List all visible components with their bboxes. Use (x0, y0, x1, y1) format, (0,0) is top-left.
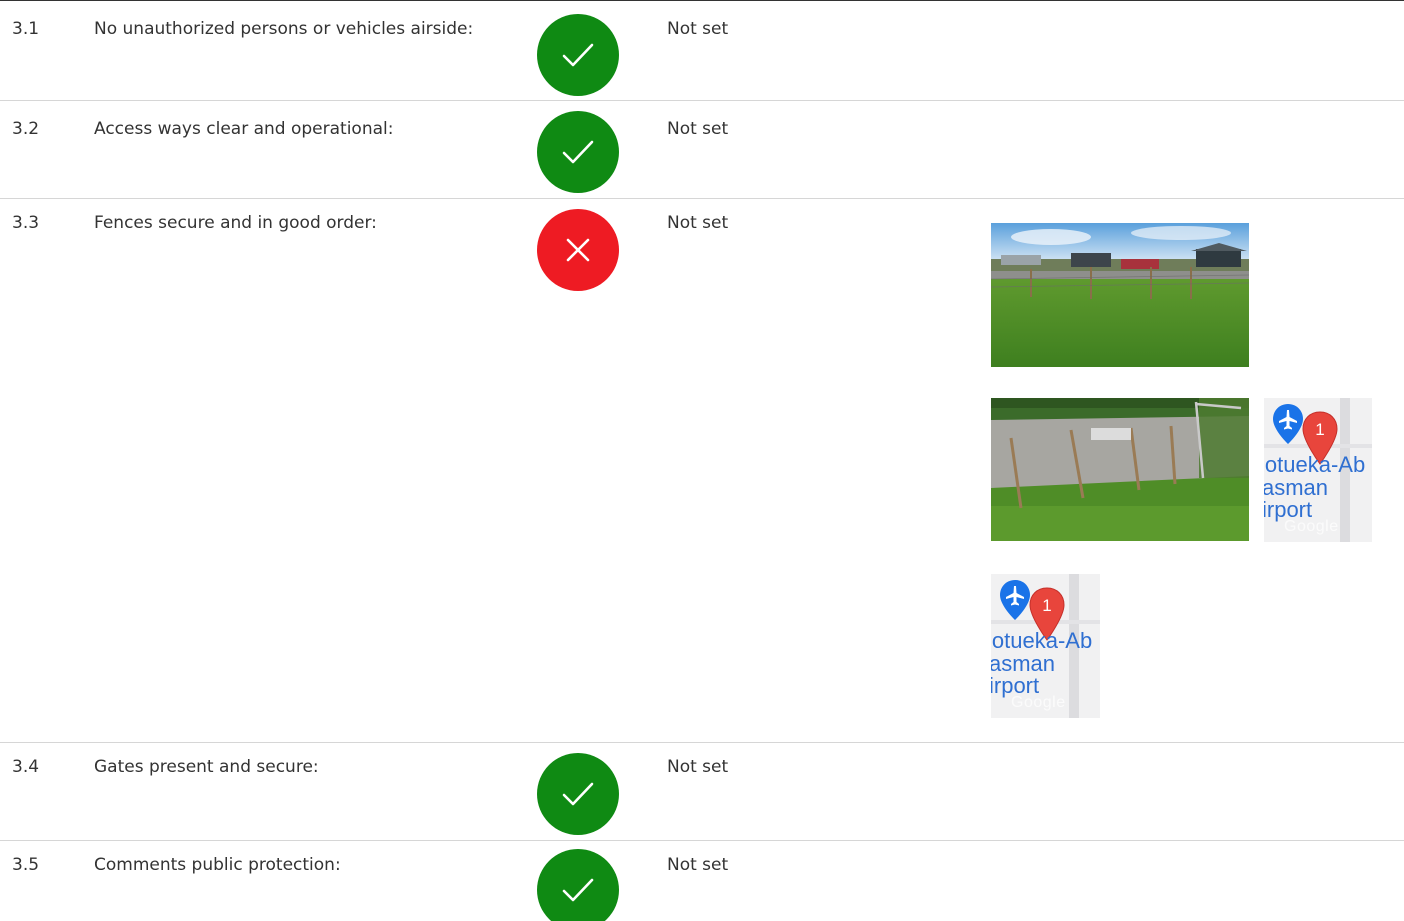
item-number: 3.2 (12, 119, 40, 139)
status-pass-button[interactable] (537, 111, 619, 193)
pin-number: 1 (1042, 596, 1052, 615)
fence-closeup-photo-thumbnail[interactable] (991, 398, 1249, 541)
map-location-label-line-2: asman (991, 651, 1056, 676)
check-icon (562, 782, 594, 806)
item-number: 3.1 (12, 19, 40, 39)
item-label: Access ways clear and operational: (94, 119, 394, 139)
airplane-icon (1273, 404, 1303, 444)
map-location-label-line-1: lotueka-Ab (1264, 452, 1366, 477)
check-icon (562, 878, 594, 902)
item-value: Not set (667, 757, 729, 777)
item-value: Not set (667, 19, 729, 39)
checklist-row-3-2: 3.2 Access ways clear and operational: N… (0, 101, 1404, 199)
status-fail-button[interactable] (537, 209, 619, 291)
item-label: Fences secure and in good order: (94, 213, 377, 233)
pin-number: 1 (1315, 420, 1325, 439)
status-pass-button[interactable] (537, 849, 619, 921)
google-watermark: Google (1284, 518, 1339, 535)
item-number: 3.3 (12, 213, 40, 233)
google-watermark: Google (1011, 694, 1066, 711)
map-location-label-line-2: asman (1264, 475, 1329, 500)
fence-photo-thumbnail[interactable] (991, 223, 1249, 367)
status-pass-button[interactable] (537, 753, 619, 835)
location-map-thumbnail[interactable]: 1 lotueka-Ab asman irport Google (1264, 398, 1372, 542)
checklist-row-3-5: 3.5 Comments public protection: Not set (0, 841, 1404, 921)
checklist-row-3-4: 3.4 Gates present and secure: Not set (0, 743, 1404, 841)
item-value: Not set (667, 855, 729, 875)
item-number: 3.4 (12, 757, 40, 777)
status-pass-button[interactable] (537, 14, 619, 96)
item-value: Not set (667, 119, 729, 139)
map-location-label-line-1: lotueka-Ab (991, 628, 1093, 653)
location-map-thumbnail[interactable]: 1 lotueka-Ab asman irport Google (991, 574, 1100, 718)
check-icon (562, 43, 594, 67)
airplane-icon (1000, 580, 1030, 620)
item-label: Comments public protection: (94, 855, 341, 875)
inspection-checklist: 3.1 No unauthorized persons or vehicles … (0, 0, 1404, 921)
item-label: Gates present and secure: (94, 757, 319, 777)
item-number: 3.5 (12, 855, 40, 875)
checklist-row-3-1: 3.1 No unauthorized persons or vehicles … (0, 1, 1404, 101)
checklist-row-3-3: 3.3 Fences secure and in good order: Not… (0, 199, 1404, 743)
close-icon (566, 238, 590, 262)
check-icon (562, 140, 594, 164)
item-value: Not set (667, 213, 729, 233)
item-label: No unauthorized persons or vehicles airs… (94, 19, 474, 39)
